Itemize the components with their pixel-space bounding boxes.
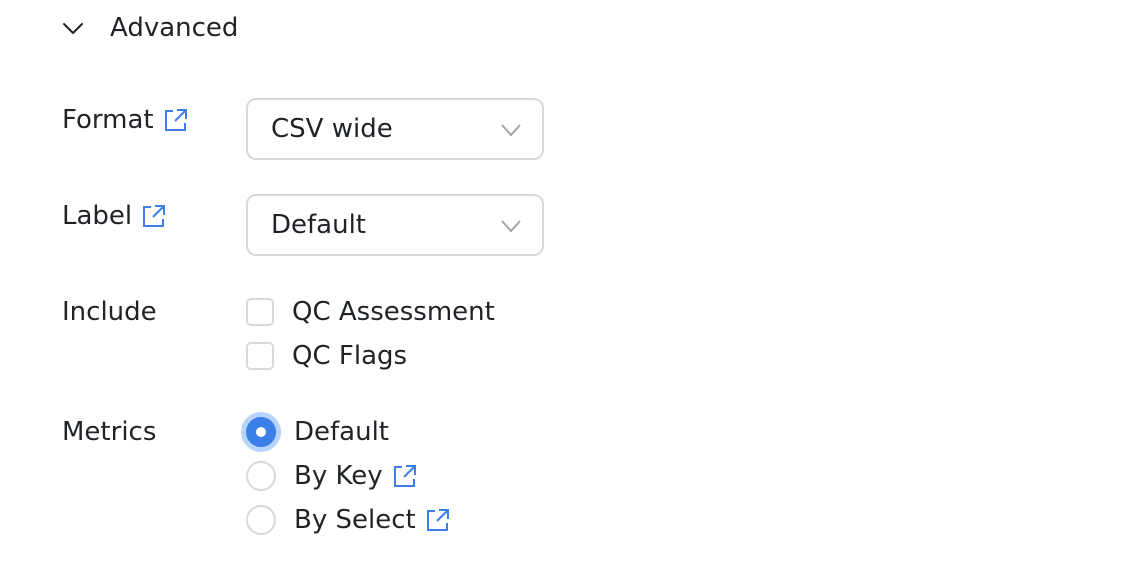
metrics-by-select-option[interactable]: By Select [246, 502, 452, 538]
advanced-section-toggle[interactable]: Advanced [60, 8, 238, 48]
external-link-icon[interactable] [424, 506, 452, 534]
metrics-by-key-radio[interactable] [246, 461, 276, 491]
metrics-by-key-option[interactable]: By Key [246, 458, 419, 494]
metrics-default-label: Default [294, 417, 389, 447]
include-label-text: Include [62, 297, 157, 327]
label-field-label: Label [62, 201, 133, 231]
chevron-down-icon [60, 15, 86, 41]
qc-assessment-option[interactable]: QC Assessment [246, 294, 495, 330]
external-link-icon[interactable] [162, 106, 190, 134]
metrics-by-key-label: By Key [294, 461, 383, 491]
metrics-label-text: Metrics [62, 417, 157, 447]
format-label-group: Format [62, 100, 190, 140]
qc-flags-label: QC Flags [292, 341, 408, 371]
format-select[interactable]: CSV wide [246, 98, 544, 160]
qc-flags-option[interactable]: QC Flags [246, 338, 407, 374]
section-title: Advanced [110, 13, 239, 43]
metrics-default-radio[interactable] [246, 417, 276, 447]
chevron-down-icon [501, 220, 521, 233]
include-label: Include [62, 294, 157, 330]
external-link-icon[interactable] [391, 462, 419, 490]
label-label-group: Label [62, 196, 168, 236]
format-label: Format [62, 105, 154, 135]
qc-flags-checkbox[interactable] [246, 342, 274, 370]
label-select-value: Default [271, 210, 366, 240]
metrics-label: Metrics [62, 414, 156, 450]
metrics-default-option[interactable]: Default [246, 414, 389, 450]
qc-assessment-checkbox[interactable] [246, 298, 274, 326]
qc-assessment-label: QC Assessment [292, 297, 495, 327]
format-select-value: CSV wide [271, 114, 393, 144]
metrics-by-select-radio[interactable] [246, 505, 276, 535]
chevron-down-icon [501, 124, 521, 137]
external-link-icon[interactable] [140, 202, 168, 230]
metrics-by-select-label: By Select [294, 505, 416, 535]
label-select[interactable]: Default [246, 194, 544, 256]
